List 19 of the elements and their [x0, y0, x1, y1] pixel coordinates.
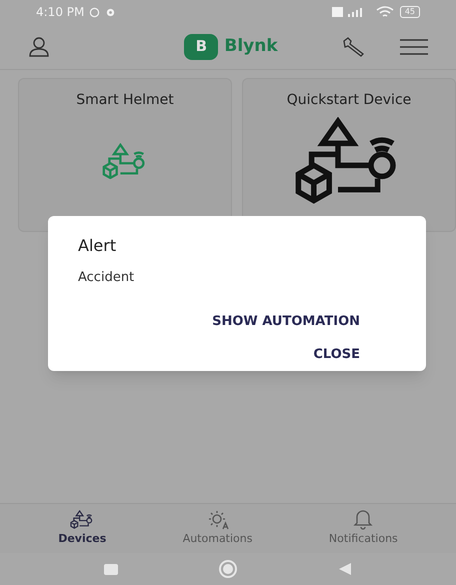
nav-tab[interactable]: Devices: [58, 510, 106, 547]
profile-icon[interactable]: [28, 36, 50, 58]
dialog-title: Alert: [78, 235, 118, 257]
battery-indicator: 45: [400, 6, 420, 18]
device-name: Quickstart Device: [286, 91, 412, 110]
dialog-action[interactable]: SHOW AUTOMATION: [212, 312, 360, 331]
device-card[interactable]: Quickstart Device: [242, 78, 456, 232]
dialog-action[interactable]: CLOSE: [313, 345, 360, 364]
dialog-message: Accident: [78, 269, 136, 287]
app-title: Blynk: [224, 34, 278, 58]
wrench-icon[interactable]: [342, 36, 366, 58]
status-time: 4:10 PM: [36, 4, 84, 21]
devices-icon: [70, 510, 94, 530]
menu-icon[interactable]: [400, 38, 428, 54]
bell-icon: [352, 508, 374, 530]
wifi-icon: [376, 6, 394, 18]
logo-badge: B: [184, 34, 218, 60]
device-name: Smart Helmet: [76, 91, 174, 110]
device-card[interactable]: Smart Helmet: [18, 78, 232, 232]
